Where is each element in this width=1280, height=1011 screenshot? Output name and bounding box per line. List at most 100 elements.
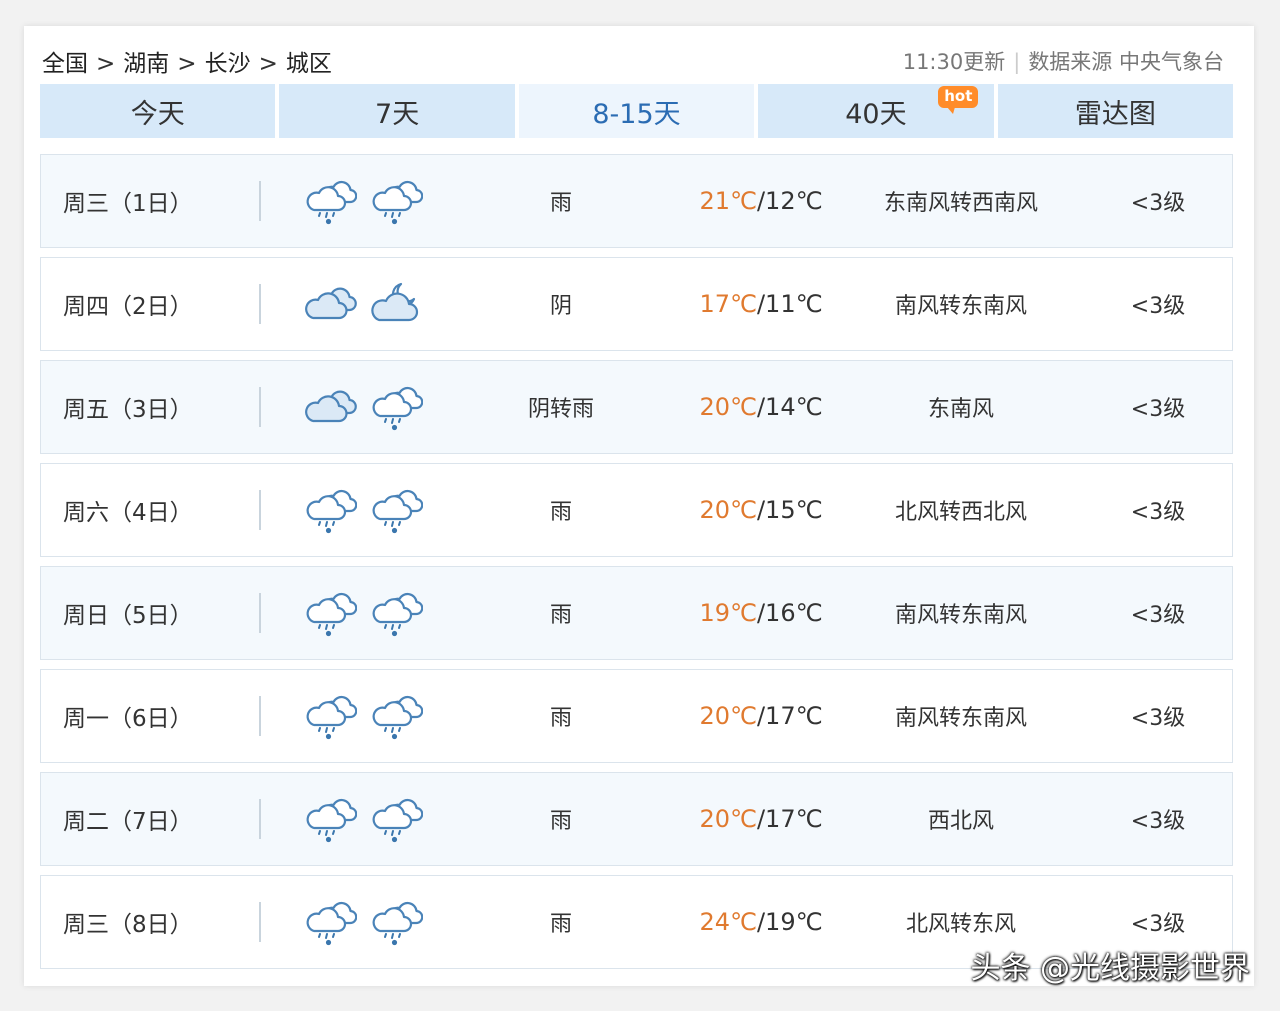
rain-icon bbox=[371, 692, 423, 740]
wind-direction: 东南风 bbox=[927, 397, 994, 422]
update-info: 11:30更新 | 数据来源 中央气象台 bbox=[903, 46, 1224, 76]
forecast-row: 周六（4日） rain-iconrain-icon 雨 20℃/15℃ 北风转西北风 <3… bbox=[40, 463, 1233, 557]
row-divider bbox=[259, 799, 261, 839]
wind-level: <3级 bbox=[1130, 706, 1186, 731]
day-label: 周四（2日） bbox=[63, 294, 193, 320]
forecast-tabs: 今天 7天 8-15天 40天 hot 雷达图 bbox=[40, 84, 1234, 138]
temperature-slash: / bbox=[756, 290, 766, 318]
weather-description: 雨 bbox=[549, 912, 572, 937]
update-time: 11:30更新 bbox=[902, 50, 1006, 74]
high-temperature: 20℃ bbox=[699, 805, 757, 833]
weather-icons: rain-iconrain-icon bbox=[305, 670, 423, 762]
wind-direction: 南风转东南风 bbox=[894, 603, 1027, 628]
temperature-slash: / bbox=[756, 908, 766, 936]
row-divider bbox=[259, 696, 261, 736]
forecast-row: 周一（6日） rain-iconrain-icon 雨 20℃/17℃ 南风转东南风 <3… bbox=[40, 669, 1233, 763]
panel-header: 全国 > 湖南 > 长沙 > 城区 11:30更新 | 数据来源 中央气象台 bbox=[24, 26, 1254, 84]
weather-icons: rain-iconrain-icon bbox=[305, 464, 423, 556]
breadcrumb-country[interactable]: 全国 bbox=[42, 51, 88, 77]
tab-8-15-days[interactable]: 8-15天 bbox=[518, 84, 755, 138]
wind-level: <3级 bbox=[1130, 294, 1186, 319]
weather-description: 雨 bbox=[549, 603, 572, 628]
temperature-slash: / bbox=[756, 599, 766, 627]
partly-cloudy-night-icon bbox=[371, 280, 423, 328]
weather-description: 雨 bbox=[549, 500, 572, 525]
breadcrumb-separator: > bbox=[258, 51, 278, 77]
low-temperature: 16℃ bbox=[765, 599, 823, 627]
wind-direction: 东南风转西南风 bbox=[883, 191, 1038, 216]
low-temperature: 17℃ bbox=[765, 805, 823, 833]
low-temperature: 17℃ bbox=[765, 702, 823, 730]
high-temperature: 17℃ bbox=[699, 290, 757, 318]
watermark: 头条 @光线摄影世界 bbox=[970, 951, 1250, 986]
row-divider bbox=[259, 181, 261, 221]
weather-icons: cloudy-iconpartly-cloudy-night-icon bbox=[305, 258, 423, 350]
day-label: 周二（7日） bbox=[63, 809, 193, 835]
low-temperature: 11℃ bbox=[765, 290, 823, 318]
weather-description: 雨 bbox=[549, 191, 572, 216]
cloudy-icon bbox=[305, 383, 357, 431]
high-temperature: 20℃ bbox=[699, 702, 757, 730]
weather-icons: rain-iconrain-icon bbox=[305, 876, 423, 968]
cloudy-icon bbox=[305, 280, 357, 328]
weather-icons: rain-iconrain-icon bbox=[305, 155, 423, 247]
forecast-row: 周二（7日） rain-iconrain-icon 雨 20℃/17℃ 西北风 <3级 bbox=[40, 772, 1233, 866]
rain-icon bbox=[371, 383, 423, 431]
rain-icon bbox=[371, 177, 423, 225]
rain-icon bbox=[305, 177, 357, 225]
weather-icons: rain-iconrain-icon bbox=[305, 567, 423, 659]
rain-icon bbox=[305, 898, 357, 946]
temperature-range: 20℃/17℃ bbox=[671, 773, 851, 865]
temperature-range: 20℃/14℃ bbox=[671, 361, 851, 453]
temperature-slash: / bbox=[756, 702, 766, 730]
row-divider bbox=[259, 902, 261, 942]
breadcrumb-city[interactable]: 长沙 bbox=[205, 51, 251, 77]
tab-today[interactable]: 今天 bbox=[40, 84, 276, 138]
tab-7-days[interactable]: 7天 bbox=[279, 84, 515, 138]
breadcrumb-province[interactable]: 湖南 bbox=[123, 51, 169, 77]
row-divider bbox=[259, 593, 261, 633]
day-label: 周日（5日） bbox=[63, 603, 193, 629]
temperature-slash: / bbox=[756, 393, 766, 421]
weather-description: 阴转雨 bbox=[527, 397, 594, 422]
wind-direction: 南风转东南风 bbox=[894, 294, 1027, 319]
rain-icon bbox=[371, 589, 423, 637]
tab-radar[interactable]: 雷达图 bbox=[997, 84, 1234, 138]
day-label: 周五（3日） bbox=[63, 397, 193, 423]
rain-icon bbox=[371, 898, 423, 946]
weather-description: 阴 bbox=[549, 294, 572, 319]
day-label: 周一（6日） bbox=[63, 706, 193, 732]
high-temperature: 20℃ bbox=[699, 393, 757, 421]
low-temperature: 14℃ bbox=[765, 393, 823, 421]
wind-level: <3级 bbox=[1130, 191, 1186, 216]
weather-icons: cloudy-iconrain-icon bbox=[305, 361, 423, 453]
tab-label: 今天 bbox=[130, 98, 185, 130]
weather-description: 雨 bbox=[549, 706, 572, 731]
rain-icon bbox=[305, 692, 357, 740]
temperature-slash: / bbox=[756, 805, 766, 833]
tab-label: 40天 bbox=[845, 98, 907, 130]
row-divider bbox=[259, 387, 261, 427]
forecast-row: 周三（1日） rain-iconrain-icon 雨 21℃/12℃ 东南风转西南风 <… bbox=[40, 154, 1233, 248]
low-temperature: 19℃ bbox=[765, 908, 823, 936]
weather-panel: 全国 > 湖南 > 长沙 > 城区 11:30更新 | 数据来源 中央气象台 今天 7天 8-1… bbox=[24, 26, 1254, 986]
tab-label: 7天 bbox=[375, 98, 420, 130]
wind-direction: 南风转东南风 bbox=[894, 706, 1027, 731]
wind-direction: 西北风 bbox=[927, 809, 994, 834]
high-temperature: 24℃ bbox=[699, 908, 757, 936]
breadcrumb-district: 城区 bbox=[285, 51, 332, 77]
rain-icon bbox=[305, 589, 357, 637]
wind-level: <3级 bbox=[1130, 809, 1186, 834]
day-label: 周六（4日） bbox=[63, 500, 193, 526]
wind-level: <3级 bbox=[1130, 500, 1186, 525]
tab-40-days[interactable]: 40天 hot bbox=[758, 84, 994, 138]
temperature-range: 24℃/19℃ bbox=[671, 876, 851, 968]
temperature-slash: / bbox=[756, 187, 766, 215]
day-label: 周三（8日） bbox=[63, 912, 193, 938]
temperature-range: 17℃/11℃ bbox=[671, 258, 851, 350]
temperature-range: 19℃/16℃ bbox=[671, 567, 851, 659]
breadcrumb-separator: > bbox=[177, 51, 197, 77]
day-label: 周三（1日） bbox=[63, 191, 193, 217]
hot-badge: hot bbox=[938, 86, 979, 114]
data-source: 数据来源 中央气象台 bbox=[1028, 50, 1224, 74]
